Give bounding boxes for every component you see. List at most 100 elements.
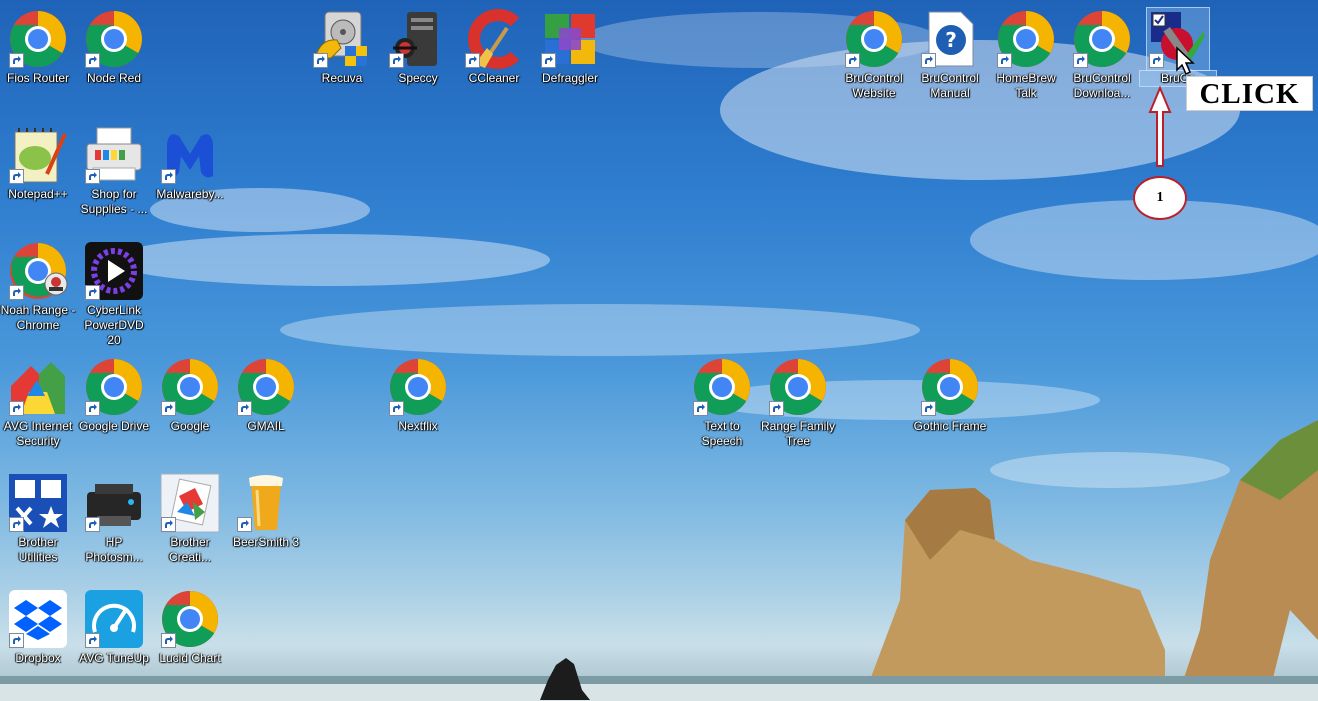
chrome-icon: [83, 356, 145, 418]
desktop-shortcut-label: Defraggler: [541, 71, 599, 85]
desktop-shortcut-label: BeerSmith 3: [232, 535, 300, 549]
beer-glass-icon: [235, 472, 297, 534]
desktop-shortcut-brucontrol-manual[interactable]: ? BruControl Manual: [912, 4, 988, 116]
desktop-shortcut-fios-router[interactable]: Fios Router: [0, 4, 76, 116]
shortcut-arrow-icon: [921, 401, 936, 416]
brother-utilities-icon: [7, 472, 69, 534]
chrome-icon: [83, 8, 145, 70]
shortcut-arrow-icon: [85, 517, 100, 532]
desktop-shortcut-label: AVG Internet Security: [3, 419, 73, 448]
desktop-shortcut-ccleaner[interactable]: CCleaner: [456, 4, 532, 116]
desktop-shortcut-label: Brother Utilities: [18, 535, 58, 564]
step-number-badge: 1: [1133, 176, 1187, 220]
desktop-shortcut-label: CCleaner: [468, 71, 520, 85]
help-icon: ?: [919, 8, 981, 70]
shortcut-arrow-icon: [85, 401, 100, 416]
desktop-shortcut-lucid-chart[interactable]: Lucid Chart: [152, 584, 228, 696]
desktop-shortcut-brother-utilities[interactable]: Brother Utilities: [0, 468, 76, 580]
svg-text:?: ?: [945, 28, 957, 52]
desktop-shortcut-gothic-frame[interactable]: Gothic Frame: [912, 352, 988, 464]
desktop-shortcut-beersmith-3[interactable]: BeerSmith 3: [228, 468, 304, 580]
shortcut-arrow-icon: [85, 53, 100, 68]
shortcut-arrow-icon: [85, 633, 100, 648]
desktop-shortcut-brucontrol-downloa[interactable]: BruControl Downloa...: [1064, 4, 1140, 116]
desktop-shortcut-homebrew-talk[interactable]: HomeBrew Talk: [988, 4, 1064, 116]
desktop-shortcut-notepad[interactable]: Notepad++: [0, 120, 76, 232]
desktop-shortcut-recuva[interactable]: Recuva: [304, 4, 380, 116]
desktop-shortcut-label: HomeBrew Talk: [996, 71, 1056, 100]
shortcut-arrow-icon: [465, 53, 480, 68]
desktop-shortcut-hp-photosm[interactable]: HP Photosm...: [76, 468, 152, 580]
shortcut-arrow-icon: [9, 53, 24, 68]
shortcut-arrow-icon: [237, 401, 252, 416]
desktop-shortcut-brucontrol-website[interactable]: BruControl Website: [836, 4, 912, 116]
defraggler-icon: [539, 8, 601, 70]
ccleaner-icon: [463, 8, 525, 70]
desktop-shortcut-range-family-tree[interactable]: Range Family Tree: [760, 352, 836, 464]
desktop-shortcut-label: HP Photosm...: [85, 535, 143, 564]
desktop-shortcut-label: Lucid Chart: [159, 651, 221, 665]
shortcut-arrow-icon: [9, 401, 24, 416]
desktop-shortcut-cyberlink-powerdvd-20[interactable]: CyberLink PowerDVD 20: [76, 236, 152, 348]
brother-creative-icon: [159, 472, 221, 534]
desktop-shortcut-malwareby[interactable]: Malwareby...: [152, 120, 228, 232]
chrome-icon: [387, 356, 449, 418]
notepad-plus-plus-icon: [7, 124, 69, 186]
click-callout: CLICK: [1186, 76, 1313, 111]
up-arrow-icon: [1148, 86, 1172, 167]
chrome-icon: [995, 8, 1057, 70]
desktop-shortcut-label: Shop for Supplies - ...: [80, 187, 148, 216]
shortcut-arrow-icon: [85, 285, 100, 300]
desktop-shortcut-google-drive[interactable]: Google Drive: [76, 352, 152, 464]
shortcut-arrow-icon: [845, 53, 860, 68]
desktop-shortcut-label: Google Drive: [78, 419, 150, 433]
desktop-shortcut-dropbox[interactable]: Dropbox: [0, 584, 76, 696]
desktop-shortcut-speccy[interactable]: Speccy: [380, 4, 456, 116]
chrome-icon: [919, 356, 981, 418]
chrome-icon: [159, 356, 221, 418]
chrome-icon: [159, 588, 221, 650]
desktop-shortcut-label: AVG TuneUp: [79, 651, 149, 665]
desktop-shortcut-avg-tuneup[interactable]: AVG TuneUp: [76, 584, 152, 696]
shortcut-arrow-icon: [9, 633, 24, 648]
desktop-shortcut-label: Recuva: [321, 71, 363, 85]
shortcut-arrow-icon: [313, 53, 328, 68]
desktop-shortcut-label: BruControl Downloa...: [1073, 71, 1131, 100]
desktop-shortcut-label: Speccy: [398, 71, 438, 85]
printer-icon: [83, 124, 145, 186]
avg-tuneup-icon: [83, 588, 145, 650]
desktop-shortcut-defraggler[interactable]: Defraggler: [532, 4, 608, 116]
desktop-shortcut-google[interactable]: Google: [152, 352, 228, 464]
desktop-shortcut-label: Node Red: [86, 71, 142, 85]
malwarebytes-icon: [159, 124, 221, 186]
chrome-icon: [691, 356, 753, 418]
speccy-icon: [387, 8, 449, 70]
desktop-shortcut-noah-range-chrome[interactable]: Noah Range - Chrome: [0, 236, 76, 348]
desktop-shortcut-text-to-speech[interactable]: Text to Speech: [684, 352, 760, 464]
shortcut-arrow-icon: [389, 401, 404, 416]
desktop-shortcut-brother-creati[interactable]: Brother Creati...: [152, 468, 228, 580]
shortcut-arrow-icon: [161, 401, 176, 416]
desktop-shortcut-label: Fios Router: [6, 71, 70, 85]
desktop-shortcut-label: Notepad++: [8, 187, 68, 201]
shortcut-arrow-icon: [85, 169, 100, 184]
desktop-shortcut-gmail[interactable]: GMAIL: [228, 352, 304, 464]
mouse-pointer-icon: [1176, 46, 1195, 76]
shortcut-arrow-icon: [9, 517, 24, 532]
chrome-icon: [7, 8, 69, 70]
desktop-shortcut-label: CyberLink PowerDVD 20: [84, 303, 144, 347]
shortcut-arrow-icon: [921, 53, 936, 68]
shortcut-arrow-icon: [1149, 53, 1164, 68]
desktop-shortcut-node-red[interactable]: Node Red: [76, 4, 152, 116]
powerdvd-icon: [83, 240, 145, 302]
desktop-shortcut-shop-for-supplies[interactable]: Shop for Supplies - ...: [76, 120, 152, 232]
chrome-icon: [843, 8, 905, 70]
recuva-icon: [311, 8, 373, 70]
desktop-shortcut-label: BruControl Manual: [921, 71, 979, 100]
shortcut-arrow-icon: [161, 169, 176, 184]
hp-printer-icon: [83, 472, 145, 534]
desktop-shortcut-nextflix[interactable]: Nextflix: [380, 352, 456, 464]
desktop-shortcut-label: Dropbox: [15, 651, 61, 665]
desktop-shortcut-avg-internet-security[interactable]: AVG Internet Security: [0, 352, 76, 464]
chrome-icon: [767, 356, 829, 418]
